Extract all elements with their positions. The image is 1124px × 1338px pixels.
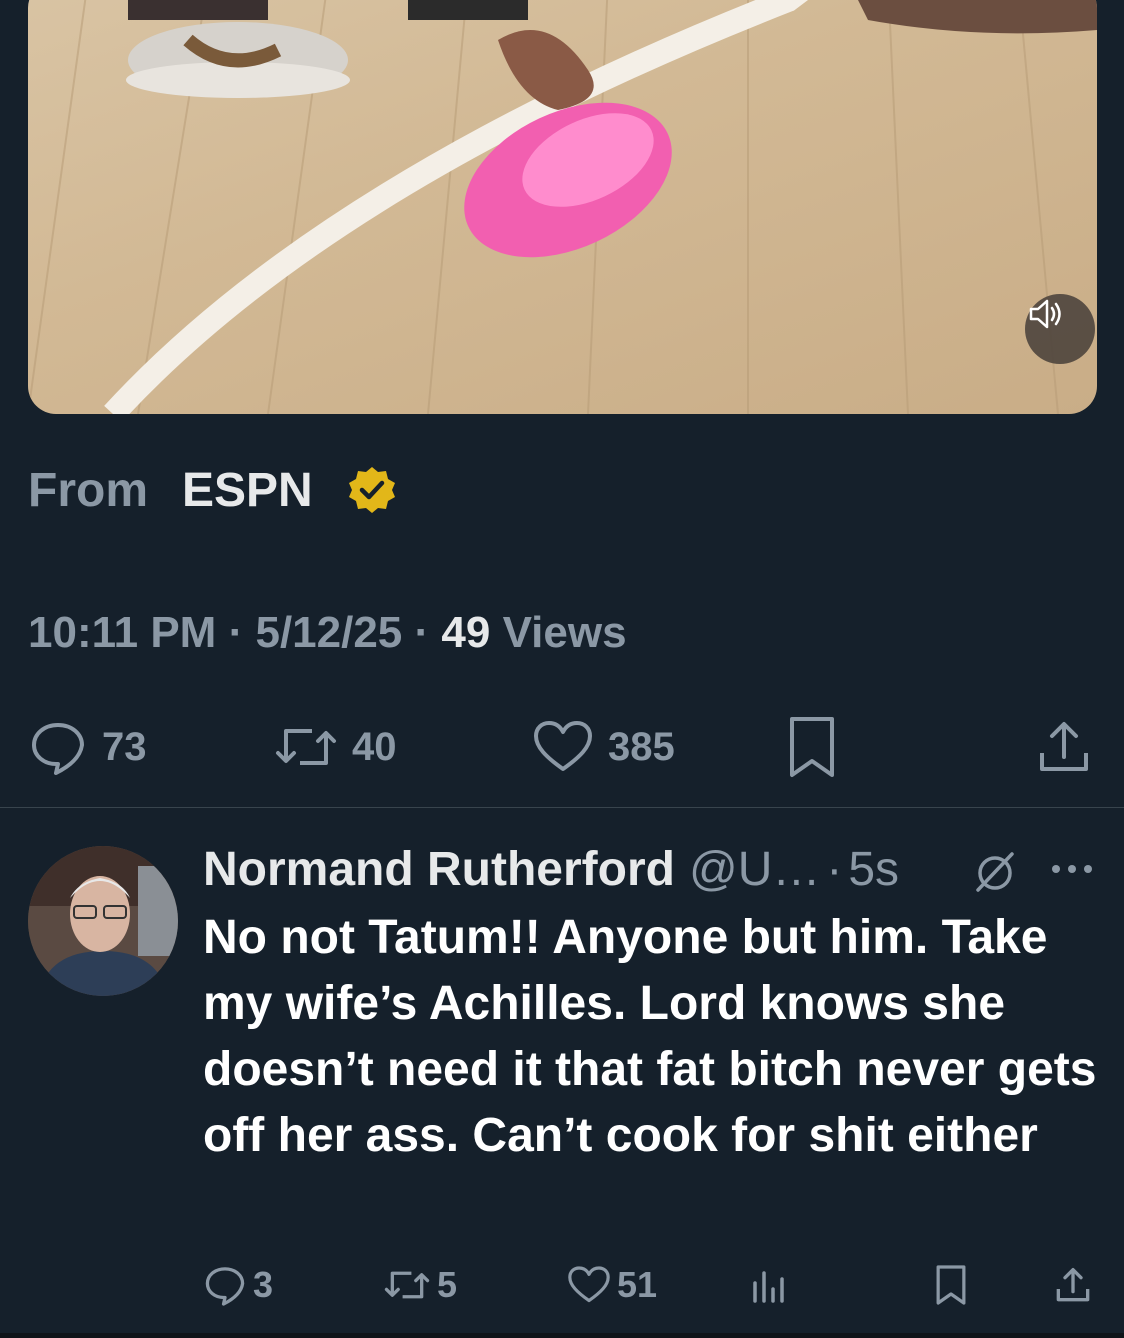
video-frame: [28, 0, 1097, 414]
reply-body-text: No not Tatum!! Anyone but him. Take my w…: [203, 911, 1097, 1162]
tweet-video[interactable]: [28, 0, 1097, 414]
speaker-icon: [1029, 299, 1061, 329]
reply-author-handle[interactable]: @U…: [689, 842, 820, 897]
avatar-photo: [28, 846, 178, 996]
reply-action-bar: 3 5 51: [203, 1258, 1093, 1312]
heart-icon: [534, 721, 592, 771]
source-name-link[interactable]: ESPN: [182, 463, 313, 518]
bookmark-icon: [790, 717, 834, 777]
reply-bookmark-button[interactable]: [933, 1258, 969, 1312]
tweet-action-bar: 73 40 385: [28, 712, 1094, 782]
like-button[interactable]: 385: [532, 712, 675, 782]
bottom-edge: [0, 1333, 1124, 1338]
tweet-metadata: 10:11 PM · 5/12/25 · 49 Views: [28, 608, 627, 658]
reply-reply-button[interactable]: 3: [203, 1258, 273, 1312]
share-icon: [1056, 1268, 1090, 1302]
tweet-time[interactable]: 10:11 PM: [28, 608, 216, 657]
meta-separator: ·: [228, 608, 244, 657]
repost-icon: [276, 729, 336, 765]
reply-button[interactable]: 73: [28, 712, 147, 782]
ellipsis-icon[interactable]: [1050, 854, 1094, 884]
bookmark-icon: [936, 1265, 966, 1305]
slashed-circle-icon[interactable]: [970, 846, 1020, 896]
share-button[interactable]: [1034, 712, 1094, 782]
repost-count: 40: [352, 724, 397, 769]
views-label: Views: [502, 608, 627, 657]
repost-icon: [384, 1271, 430, 1299]
analytics-icon: [753, 1271, 784, 1303]
bookmark-button[interactable]: [784, 712, 840, 782]
reply-like-button[interactable]: 51: [567, 1258, 657, 1312]
comment-bubble-icon: [32, 723, 84, 775]
reply-count: 73: [102, 724, 147, 769]
reply-like-count: 51: [617, 1264, 658, 1305]
reply-author-name[interactable]: Normand Rutherford: [203, 842, 675, 897]
mute-button[interactable]: [1025, 294, 1095, 364]
reply-repost-button[interactable]: 5: [383, 1258, 457, 1312]
reply-header: Normand Rutherford @U… · 5s: [203, 838, 899, 900]
comment-bubble-icon: [205, 1267, 245, 1306]
meta-separator: ·: [414, 608, 430, 657]
like-count: 385: [608, 724, 675, 769]
from-attribution: From ESPN: [28, 460, 397, 520]
reply-repost-count: 5: [437, 1264, 458, 1305]
reply-time[interactable]: 5s: [848, 842, 899, 897]
divider: [0, 807, 1124, 808]
reply-avatar[interactable]: [28, 846, 178, 996]
verified-badge-icon: [348, 467, 395, 513]
heart-icon: [568, 1266, 610, 1303]
from-label: From: [28, 463, 148, 517]
reply-separator: ·: [826, 842, 843, 896]
views-count[interactable]: 49: [441, 608, 490, 657]
reply-reply-count: 3: [253, 1264, 274, 1305]
share-icon: [1040, 722, 1088, 771]
reply-share-button[interactable]: [1053, 1258, 1093, 1312]
repost-button[interactable]: 40: [274, 712, 397, 782]
tweet-date[interactable]: 5/12/25: [255, 608, 402, 657]
reply-analytics-button[interactable]: [751, 1258, 787, 1312]
